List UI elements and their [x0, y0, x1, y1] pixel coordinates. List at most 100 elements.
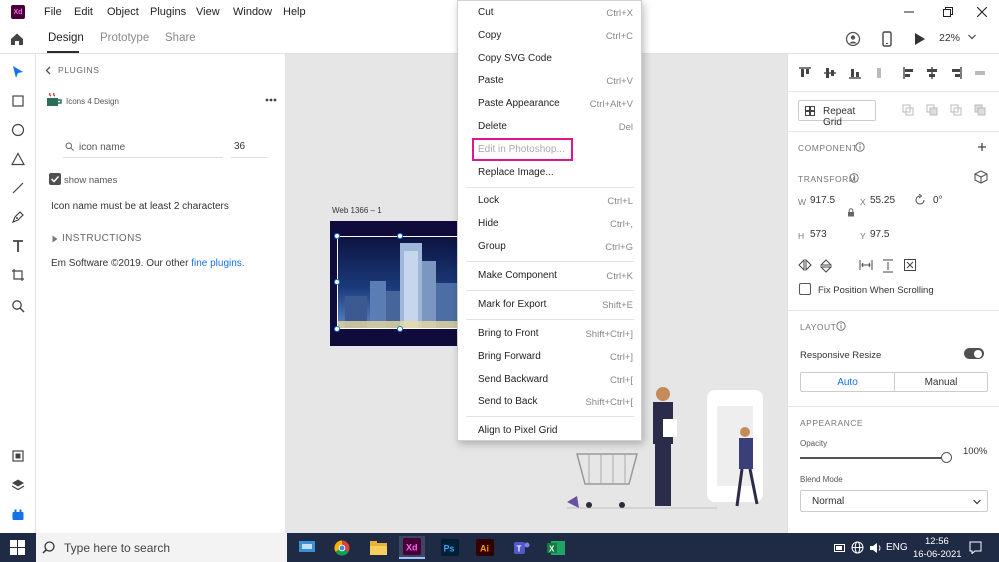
- polygon-tool-icon[interactable]: [9, 150, 27, 168]
- boolean-exclude-icon[interactable]: [974, 104, 986, 116]
- artboard[interactable]: [330, 221, 458, 346]
- photoshop-icon[interactable]: Ps: [437, 536, 463, 559]
- boolean-add-icon[interactable]: [902, 104, 914, 116]
- zoom-tool-icon[interactable]: [9, 297, 27, 315]
- icon-size-value[interactable]: 36: [234, 141, 245, 152]
- menu-item-edit-in-photoshop[interactable]: Edit in Photoshop...: [478, 144, 565, 155]
- notifications-icon[interactable]: [969, 541, 982, 554]
- opacity-slider-track[interactable]: [800, 457, 948, 459]
- globe-icon[interactable]: [851, 541, 864, 554]
- resize-handle[interactable]: [397, 326, 403, 332]
- menu-plugins[interactable]: Plugins: [150, 6, 186, 18]
- rotate-icon[interactable]: [914, 194, 926, 206]
- menu-item-send-to-back[interactable]: Send to Back: [478, 396, 537, 407]
- pen-tool-icon[interactable]: [9, 208, 27, 226]
- height-value[interactable]: 573: [810, 229, 827, 240]
- flip-horizontal-icon[interactable]: [798, 259, 812, 271]
- line-tool-icon[interactable]: [9, 179, 27, 197]
- resize-auto-button[interactable]: Auto: [801, 373, 894, 391]
- menu-window[interactable]: Window: [233, 6, 272, 18]
- add-component-icon[interactable]: [977, 142, 987, 152]
- account-icon[interactable]: [845, 31, 861, 47]
- fit-content-icon[interactable]: [904, 259, 916, 271]
- menu-item-bring-to-front[interactable]: Bring to Front: [478, 328, 539, 339]
- align-bottom-icon[interactable]: [848, 66, 862, 80]
- taskbar-search-input[interactable]: Type here to search: [64, 541, 170, 555]
- 3d-transform-icon[interactable]: [974, 170, 988, 184]
- home-icon[interactable]: [9, 31, 25, 47]
- distribute-horizontal-icon[interactable]: [973, 66, 987, 80]
- back-chevron-icon[interactable]: [45, 66, 51, 75]
- resize-manual-button[interactable]: Manual: [895, 373, 987, 391]
- minimize-icon[interactable]: [899, 4, 919, 20]
- menu-help[interactable]: Help: [283, 6, 306, 18]
- align-right-icon[interactable]: [949, 66, 963, 80]
- menu-item-hide[interactable]: Hide: [478, 218, 499, 229]
- align-top-icon[interactable]: [798, 66, 812, 80]
- align-center-icon[interactable]: [925, 66, 939, 80]
- assets-icon[interactable]: [9, 447, 27, 465]
- fit-width-icon[interactable]: [859, 259, 873, 271]
- boolean-subtract-icon[interactable]: [926, 104, 938, 116]
- select-tool-icon[interactable]: [9, 63, 27, 81]
- menu-file[interactable]: File: [44, 6, 62, 18]
- excel-icon[interactable]: X: [543, 536, 569, 559]
- fix-position-checkbox[interactable]: [799, 283, 811, 295]
- chrome-icon[interactable]: [329, 536, 355, 559]
- zoom-chevron-icon[interactable]: [968, 34, 976, 40]
- flip-vertical-icon[interactable]: [820, 259, 832, 273]
- info-icon[interactable]: [855, 142, 865, 152]
- plugins-breadcrumb[interactable]: PLUGINS: [58, 65, 100, 75]
- menu-item-align-to-pixel-grid[interactable]: Align to Pixel Grid: [478, 425, 557, 436]
- menu-edit[interactable]: Edit: [74, 6, 93, 18]
- input-language[interactable]: ENG: [886, 542, 908, 553]
- menu-item-copy[interactable]: Copy: [478, 30, 501, 41]
- resize-handle[interactable]: [334, 326, 340, 332]
- align-left-icon[interactable]: [902, 66, 916, 80]
- menu-item-paste[interactable]: Paste: [478, 75, 504, 86]
- tab-design[interactable]: Design: [48, 32, 84, 44]
- opacity-value[interactable]: 100%: [963, 446, 987, 457]
- responsive-resize-toggle[interactable]: [964, 348, 984, 359]
- x-value[interactable]: 55.25: [870, 195, 895, 206]
- menu-item-cut[interactable]: Cut: [478, 7, 494, 18]
- align-middle-icon[interactable]: [823, 66, 837, 80]
- menu-item-send-backward[interactable]: Send Backward: [478, 374, 548, 385]
- instructions-toggle[interactable]: INSTRUCTIONS: [62, 233, 142, 244]
- icon-size-field[interactable]: 36: [231, 134, 267, 158]
- lock-aspect-icon[interactable]: [847, 208, 855, 217]
- boolean-intersect-icon[interactable]: [950, 104, 962, 116]
- blend-mode-dropdown[interactable]: Normal: [800, 490, 988, 512]
- play-icon[interactable]: [914, 32, 926, 46]
- rotation-value[interactable]: 0°: [933, 195, 943, 206]
- tab-share[interactable]: Share: [165, 32, 196, 44]
- resize-handle[interactable]: [397, 233, 403, 239]
- file-explorer-icon[interactable]: [365, 536, 391, 559]
- resize-handle[interactable]: [334, 279, 340, 285]
- zoom-level[interactable]: 22%: [939, 32, 960, 44]
- adobe-xd-taskbar-icon[interactable]: Xd: [399, 536, 425, 559]
- menu-view[interactable]: View: [196, 6, 220, 18]
- fine-plugins-link[interactable]: fine plugins.: [191, 258, 244, 269]
- opacity-slider-thumb[interactable]: [941, 452, 952, 463]
- icon-search-input[interactable]: icon name: [79, 142, 125, 153]
- desktop-app-icon[interactable]: [294, 536, 320, 559]
- info-icon[interactable]: [836, 321, 846, 331]
- resize-handle[interactable]: [334, 233, 340, 239]
- taskbar-search-box[interactable]: Type here to search: [36, 533, 287, 562]
- clock-date[interactable]: 16-06-2021: [913, 549, 962, 560]
- width-value[interactable]: 917.5: [810, 195, 835, 206]
- text-tool-icon[interactable]: [9, 237, 27, 255]
- menu-item-lock[interactable]: Lock: [478, 195, 499, 206]
- artboard-tool-icon[interactable]: [9, 266, 27, 284]
- windows-start-icon[interactable]: [10, 540, 25, 555]
- device-preview-icon[interactable]: [880, 31, 894, 47]
- illustrator-icon[interactable]: Ai: [472, 536, 498, 559]
- menu-item-copy-svg[interactable]: Copy SVG Code: [478, 53, 552, 64]
- teams-icon[interactable]: T: [508, 536, 534, 559]
- rectangle-tool-icon[interactable]: [9, 92, 27, 110]
- fit-height-icon[interactable]: [882, 259, 894, 273]
- icon-search-field[interactable]: icon name: [63, 134, 223, 158]
- menu-item-replace-image[interactable]: Replace Image...: [478, 167, 554, 178]
- distribute-vertical-icon[interactable]: [872, 66, 886, 80]
